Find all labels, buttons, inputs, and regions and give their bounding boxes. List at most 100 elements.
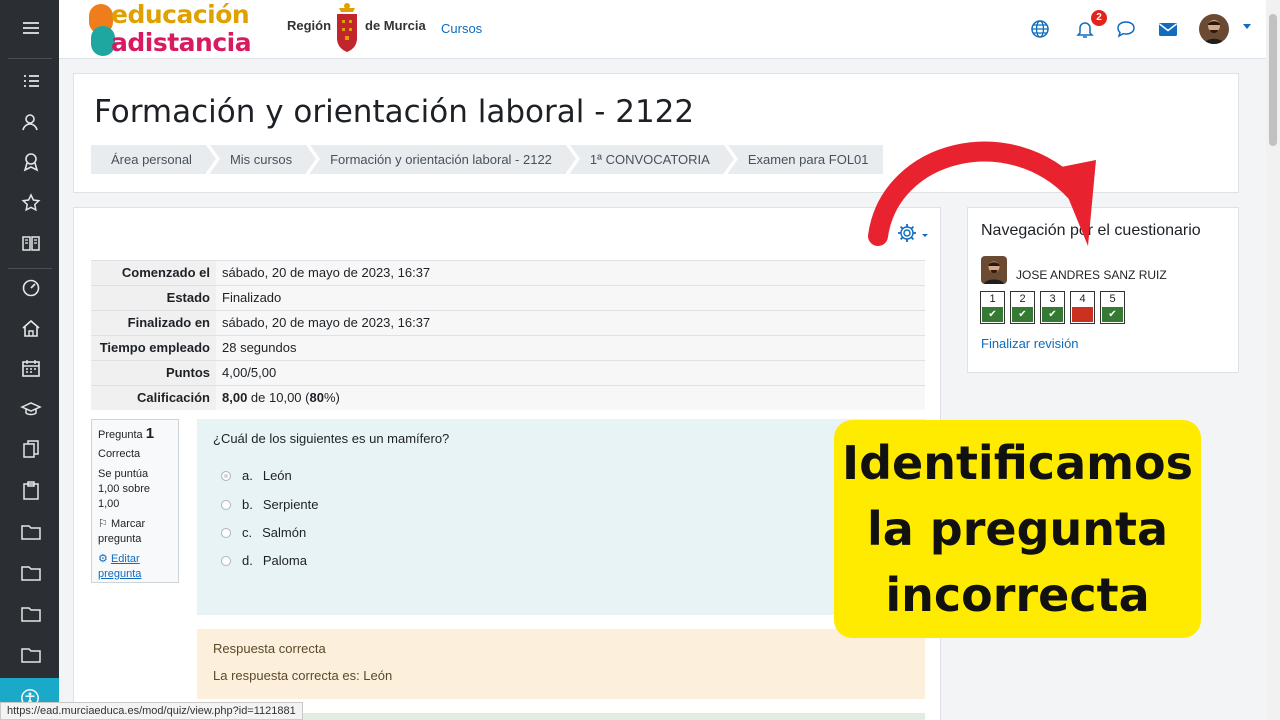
callout-text: Identificamos la pregunta incorrecta — [834, 430, 1201, 628]
radio-unselected[interactable] — [221, 555, 231, 566]
summary-row: Tiempo empleado 28 segundos — [91, 335, 925, 361]
quiz-review-main: Comenzado el sábado, 20 de mayo de 2023,… — [73, 207, 941, 720]
question-nav-button[interactable]: 1 ✔ — [980, 291, 1005, 324]
summary-value: 28 segundos — [216, 335, 925, 361]
nav-link-cursos[interactable]: Cursos — [441, 21, 482, 36]
gear-small-icon: ⚙ — [98, 553, 108, 565]
question-number: Pregunta 1 — [98, 425, 172, 442]
logo-text-line2[interactable]: adistancia — [111, 28, 252, 57]
chat-icon[interactable] — [1115, 18, 1137, 40]
region-text-left: Región — [287, 18, 332, 33]
red-arrow-annotation — [868, 141, 1096, 246]
option-text: Serpiente — [262, 497, 319, 512]
page-scrollbar-thumb[interactable] — [1269, 14, 1277, 146]
summary-row: Comenzado el sábado, 20 de mayo de 2023,… — [91, 260, 925, 286]
page-title: Formación y orientación laboral - 2122 — [94, 94, 695, 130]
check-icon: ✔ — [1042, 307, 1063, 322]
question-label: Pregunta — [98, 429, 143, 441]
summary-label: Finalizado en — [91, 310, 216, 336]
folder-icon[interactable] — [20, 561, 42, 583]
check-icon: ✔ — [1012, 307, 1033, 322]
breadcrumb-item[interactable]: Área personal — [91, 145, 220, 174]
question-nav-number: 2 — [1019, 293, 1026, 305]
envelope-icon[interactable] — [1157, 18, 1179, 40]
answer-option[interactable]: c. Salmón — [221, 525, 306, 540]
flag-icon: ⚐ — [98, 518, 108, 530]
calendar-icon[interactable] — [20, 357, 42, 379]
globe-icon[interactable] — [1029, 18, 1051, 40]
rail-separator — [8, 268, 52, 269]
folder-icon[interactable] — [20, 520, 42, 542]
option-text: León — [262, 468, 292, 483]
rail-separator — [8, 58, 52, 59]
user-menu-caret-icon[interactable] — [1243, 24, 1251, 29]
callout-line: incorrecta — [885, 568, 1150, 622]
logo-text-line1[interactable]: educación — [111, 0, 250, 29]
callout-line: Identificamos — [841, 436, 1194, 490]
question-buttons: 1 ✔ 2 ✔ 3 ✔ 4 5 ✔ — [980, 291, 1130, 324]
option-letter: d. — [242, 553, 253, 568]
breadcrumb-item[interactable]: Mis cursos — [209, 145, 321, 174]
grade-percent: 80 — [309, 390, 324, 405]
folder-icon[interactable] — [20, 643, 42, 665]
copy-icon[interactable] — [20, 438, 42, 460]
summary-value-grade: 8,00 de 10,00 (80%) — [216, 385, 925, 410]
breadcrumb: Área personal Mis cursos Formación y ori… — [91, 145, 887, 174]
region-text-right: de Murcia — [365, 18, 426, 33]
grade-value: 8,00 — [222, 390, 248, 405]
radio-unselected[interactable] — [221, 499, 231, 510]
summary-value: sábado, 20 de mayo de 2023, 16:37 — [216, 310, 925, 336]
browser-status-url: https://ead.murciaeduca.es/mod/quiz/view… — [0, 702, 303, 720]
summary-value: 4,00/5,00 — [216, 360, 925, 386]
answer-option[interactable]: a. León — [221, 468, 292, 483]
home-icon[interactable] — [20, 317, 42, 339]
star-icon[interactable] — [20, 192, 42, 214]
question-info-panel: Pregunta 1 Correcta Se puntúa 1,00 sobre… — [91, 419, 179, 583]
option-letter: a. — [242, 468, 253, 483]
folder-icon[interactable] — [20, 602, 42, 624]
option-letter: c. — [242, 525, 253, 540]
summary-label: Calificación — [91, 385, 216, 410]
callout-annotation: Identificamos la pregunta incorrecta — [834, 420, 1201, 638]
answer-option[interactable]: d. Paloma — [221, 553, 307, 568]
radio-selected[interactable] — [221, 470, 231, 481]
question-content: ¿Cuál de los siguientes es un mamífero? … — [197, 419, 925, 615]
grade-mid: de 10,00 ( — [247, 390, 310, 405]
summary-row: Estado Finalizado — [91, 285, 925, 311]
option-text: Salmón — [262, 525, 307, 540]
summary-label: Puntos — [91, 360, 216, 386]
list-icon[interactable] — [20, 70, 42, 92]
edit-question-link[interactable]: ⚙ Editar pregunta — [98, 552, 172, 582]
question-number-value: 1 — [145, 425, 155, 442]
question-status: Correcta — [98, 448, 141, 460]
question-score: Se puntúa 1,00 sobre 1,00 — [98, 468, 150, 510]
book-icon[interactable] — [20, 232, 42, 254]
finish-review-link[interactable]: Finalizar revisión — [981, 336, 1079, 351]
attempt-summary-table: Comenzado el sábado, 20 de mayo de 2023,… — [91, 260, 925, 410]
feedback-title: Respuesta correcta — [213, 641, 326, 656]
answer-option[interactable]: b. Serpiente — [221, 497, 319, 512]
summary-label: Tiempo empleado — [91, 335, 216, 361]
breadcrumb-item[interactable]: Formación y orientación laboral - 2122 — [310, 145, 580, 174]
question-nav-number: 1 — [989, 293, 996, 305]
question-nav-button-incorrect[interactable]: 4 — [1070, 291, 1095, 324]
flag-question-link[interactable]: ⚐ Marcar pregunta — [98, 517, 172, 547]
radio-unselected[interactable] — [221, 527, 231, 538]
graduation-cap-icon[interactable] — [20, 398, 42, 420]
callout-line: la pregunta — [866, 502, 1169, 556]
question-nav-number: 3 — [1049, 293, 1056, 305]
users-icon[interactable] — [20, 111, 42, 133]
question-nav-button[interactable]: 2 ✔ — [1010, 291, 1035, 324]
dashboard-icon[interactable] — [20, 276, 42, 298]
user-avatar[interactable] — [1199, 14, 1229, 44]
clipboard-icon[interactable] — [20, 479, 42, 501]
breadcrumb-item[interactable]: 1ª CONVOCATORIA — [569, 145, 738, 174]
question-nav-button[interactable]: 5 ✔ — [1100, 291, 1125, 324]
award-icon[interactable] — [20, 151, 42, 173]
summary-value: sábado, 20 de mayo de 2023, 16:37 — [216, 260, 925, 286]
question-nav-button[interactable]: 3 ✔ — [1040, 291, 1065, 324]
summary-row-grade: Calificación 8,00 de 10,00 (80%) — [91, 385, 925, 410]
summary-label: Estado — [91, 285, 216, 311]
hamburger-menu-icon[interactable] — [20, 17, 42, 39]
question-text: ¿Cuál de los siguientes es un mamífero? — [213, 431, 450, 446]
